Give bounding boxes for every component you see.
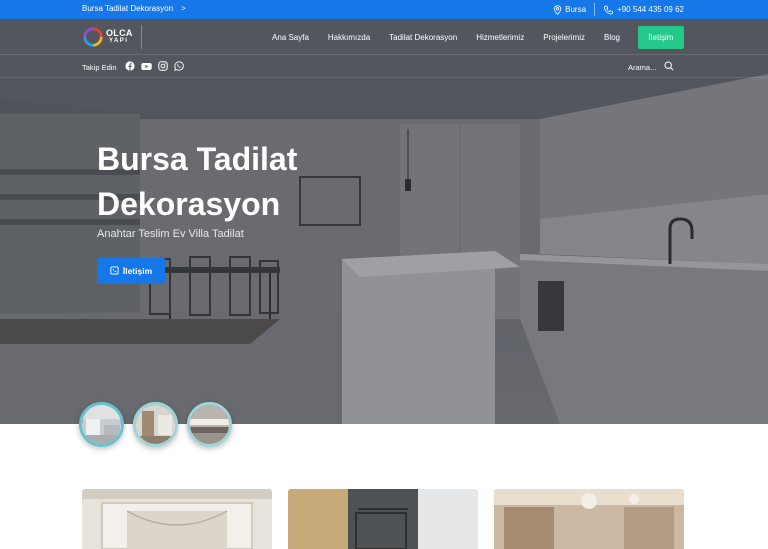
project-card-image: [288, 489, 478, 549]
header-divider: [0, 77, 768, 78]
slider-thumbnail[interactable]: [79, 402, 124, 447]
slider-thumbnail[interactable]: [187, 402, 232, 447]
nav-item-hakkimizda[interactable]: Hakkımızda: [328, 33, 370, 42]
nav-item-projelerimiz[interactable]: Projelerimiz: [543, 33, 585, 42]
project-card[interactable]: [494, 489, 684, 549]
nav-item-ana-sayfa[interactable]: Ana Sayfa: [272, 33, 309, 42]
project-card-image: [494, 489, 684, 549]
thumbnail-image: [136, 405, 175, 444]
project-card-image: [82, 489, 272, 549]
project-card[interactable]: [82, 489, 272, 549]
breadcrumb-label: Bursa Tadilat Dekorasyon: [82, 4, 174, 13]
hero-slider-thumbnails: [79, 402, 232, 447]
logo-mark-icon: [83, 27, 103, 47]
breadcrumb[interactable]: Bursa Tadilat Dekorasyon >: [82, 4, 186, 13]
project-card[interactable]: [288, 489, 478, 549]
logo-divider: [140, 25, 142, 49]
main-nav: Ana Sayfa Hakkımızda Tadilat Dekorasyon …: [272, 33, 620, 42]
topbar-divider: [594, 3, 596, 16]
thumbnail-image: [190, 405, 229, 444]
chevron-right-icon: >: [181, 4, 186, 13]
nav-item-blog[interactable]: Blog: [604, 33, 620, 42]
youtube-icon[interactable]: [140, 62, 152, 73]
site-logo[interactable]: OLCA YAPI: [82, 25, 142, 49]
whatsapp-icon[interactable]: [173, 61, 184, 73]
hero-contact-button[interactable]: İletişim: [97, 258, 165, 284]
social-links: Takip Edin: [82, 61, 184, 73]
logo-text: OLCA YAPI: [106, 29, 133, 45]
search-label: Arama...: [628, 62, 657, 72]
search-icon[interactable]: [664, 61, 674, 73]
location-label: Bursa: [565, 5, 587, 14]
phone-link[interactable]: +90 544 435 09 62: [603, 5, 684, 15]
map-pin-icon: [553, 4, 562, 15]
location-link[interactable]: Bursa: [553, 4, 587, 15]
project-cards: [82, 489, 684, 549]
contact-button[interactable]: İletişim: [638, 26, 684, 49]
logo-line2: YAPI: [109, 38, 129, 44]
instagram-icon[interactable]: [157, 61, 168, 73]
phone-label: +90 544 435 09 62: [617, 5, 684, 14]
hero-subtitle: Anahtar Teslim Ev Villa Tadilat: [97, 228, 244, 240]
thumbnail-image: [82, 405, 121, 444]
phone-icon: [603, 5, 614, 15]
logo-line1: OLCA: [106, 28, 133, 38]
slider-thumbnail[interactable]: [133, 402, 178, 447]
hero-contact-label: İletişim: [122, 266, 153, 276]
hero-title: Bursa Tadilat Dekorasyon: [97, 141, 298, 222]
nav-item-tadilat-dekorasyon[interactable]: Tadilat Dekorasyon: [389, 33, 457, 42]
facebook-icon[interactable]: [125, 61, 135, 73]
contact-card-icon: [110, 265, 119, 277]
social-label: Takip Edin: [82, 62, 117, 72]
top-bar: Bursa Tadilat Dekorasyon > Bursa +90 544…: [0, 0, 768, 19]
search-trigger[interactable]: Arama...: [628, 61, 674, 73]
nav-item-hizmetlerimiz[interactable]: Hizmetlerimiz: [476, 33, 524, 42]
